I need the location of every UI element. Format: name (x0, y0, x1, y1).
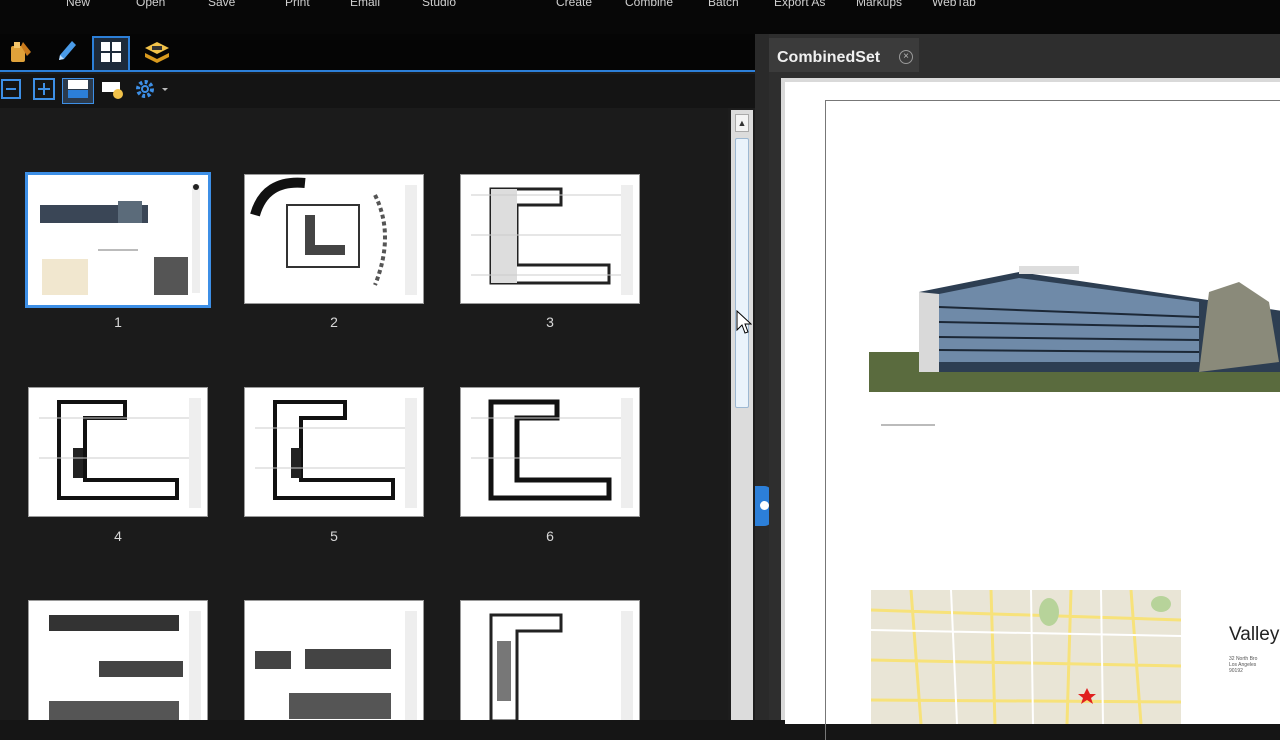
menu-create[interactable]: Create (556, 0, 592, 9)
page-thumbnail[interactable] (244, 600, 424, 720)
menu-new[interactable]: New (66, 0, 90, 9)
page-thumbnail[interactable] (460, 387, 640, 517)
address-line: 90192 (1229, 668, 1243, 674)
page-number: 1 (114, 314, 122, 330)
document-page: Valley 32 North Bro Los Angeles 90192 (785, 82, 1280, 740)
page-thumbnail[interactable] (460, 600, 640, 720)
thumbnail-toolbar (0, 74, 755, 108)
menu-open[interactable]: Open (136, 0, 165, 9)
menu-email[interactable]: Email (350, 0, 380, 9)
studio-tab[interactable] (2, 36, 40, 70)
thumbnails-tab[interactable] (92, 36, 130, 70)
page-view-button[interactable] (62, 78, 94, 104)
page-thumbnail[interactable] (244, 387, 424, 517)
page-extract-button[interactable] (100, 78, 126, 104)
document-tab-title: CombinedSet (777, 49, 881, 66)
menu-studio[interactable]: Studio (422, 0, 456, 9)
location-map (871, 590, 1181, 724)
zoom-in-icon (33, 77, 55, 105)
page-number: 2 (330, 314, 338, 330)
thumbnail-grid: 1 2 3 4 5 6 (0, 108, 728, 720)
panel-splitter[interactable] (755, 34, 773, 720)
menu-webtab[interactable]: WebTab (932, 0, 976, 9)
document-canvas: Valley 32 North Bro Los Angeles 90192 (781, 78, 1280, 740)
layers-icon (142, 38, 172, 69)
settings-dropdown[interactable] (130, 78, 170, 104)
page-thumbnail[interactable] (25, 172, 211, 308)
thumbnails-icon (99, 40, 123, 69)
caption-line (881, 424, 935, 426)
menu-export-as[interactable]: Export As (774, 0, 825, 9)
document-pane: CombinedSet × Valley 32 North Bro Los An… (769, 34, 1280, 740)
page-number: 6 (546, 528, 554, 544)
page-thumbnail[interactable] (460, 174, 640, 304)
menu-print[interactable]: Print (285, 0, 310, 9)
panel-tab-row (0, 34, 755, 72)
stamp-icon (7, 38, 35, 69)
page-thumbnail[interactable] (244, 174, 424, 304)
document-tab[interactable]: CombinedSet × (769, 38, 919, 72)
thumbnails-panel: 1 2 3 4 5 6 ▲ (0, 34, 755, 720)
page-view-icon (66, 78, 90, 105)
scroll-up-arrow[interactable]: ▲ (735, 114, 749, 132)
page-extract-icon (101, 78, 125, 105)
mouse-cursor-icon (736, 310, 752, 334)
menu-combine[interactable]: Combine (625, 0, 673, 9)
zoom-out-icon (1, 78, 21, 104)
building-rendering (869, 266, 1280, 392)
markup-tab[interactable] (48, 36, 86, 70)
menu-bar: New Open Save Print Email Studio Create … (0, 0, 1280, 34)
layers-tab[interactable] (138, 36, 176, 70)
scrollbar-thumb[interactable] (735, 138, 749, 408)
page-thumbnail[interactable] (28, 600, 208, 720)
page-number: 4 (114, 528, 122, 544)
close-tab-icon[interactable]: × (899, 50, 913, 64)
pen-icon (54, 38, 80, 69)
page-thumbnail[interactable] (28, 387, 208, 517)
menu-save[interactable]: Save (208, 0, 235, 9)
zoom-out-button[interactable] (0, 78, 22, 104)
zoom-in-button[interactable] (32, 77, 56, 105)
menu-markups[interactable]: Markups (856, 0, 902, 9)
page-number: 5 (330, 528, 338, 544)
menu-batch[interactable]: Batch (708, 0, 739, 9)
page-number: 3 (546, 314, 554, 330)
project-title: Valley (1229, 624, 1280, 645)
thumbnails-scrollbar[interactable]: ▲ (731, 110, 753, 720)
gear-icon (131, 77, 169, 106)
project-address: 32 North Bro Los Angeles 90192 (1229, 656, 1257, 674)
